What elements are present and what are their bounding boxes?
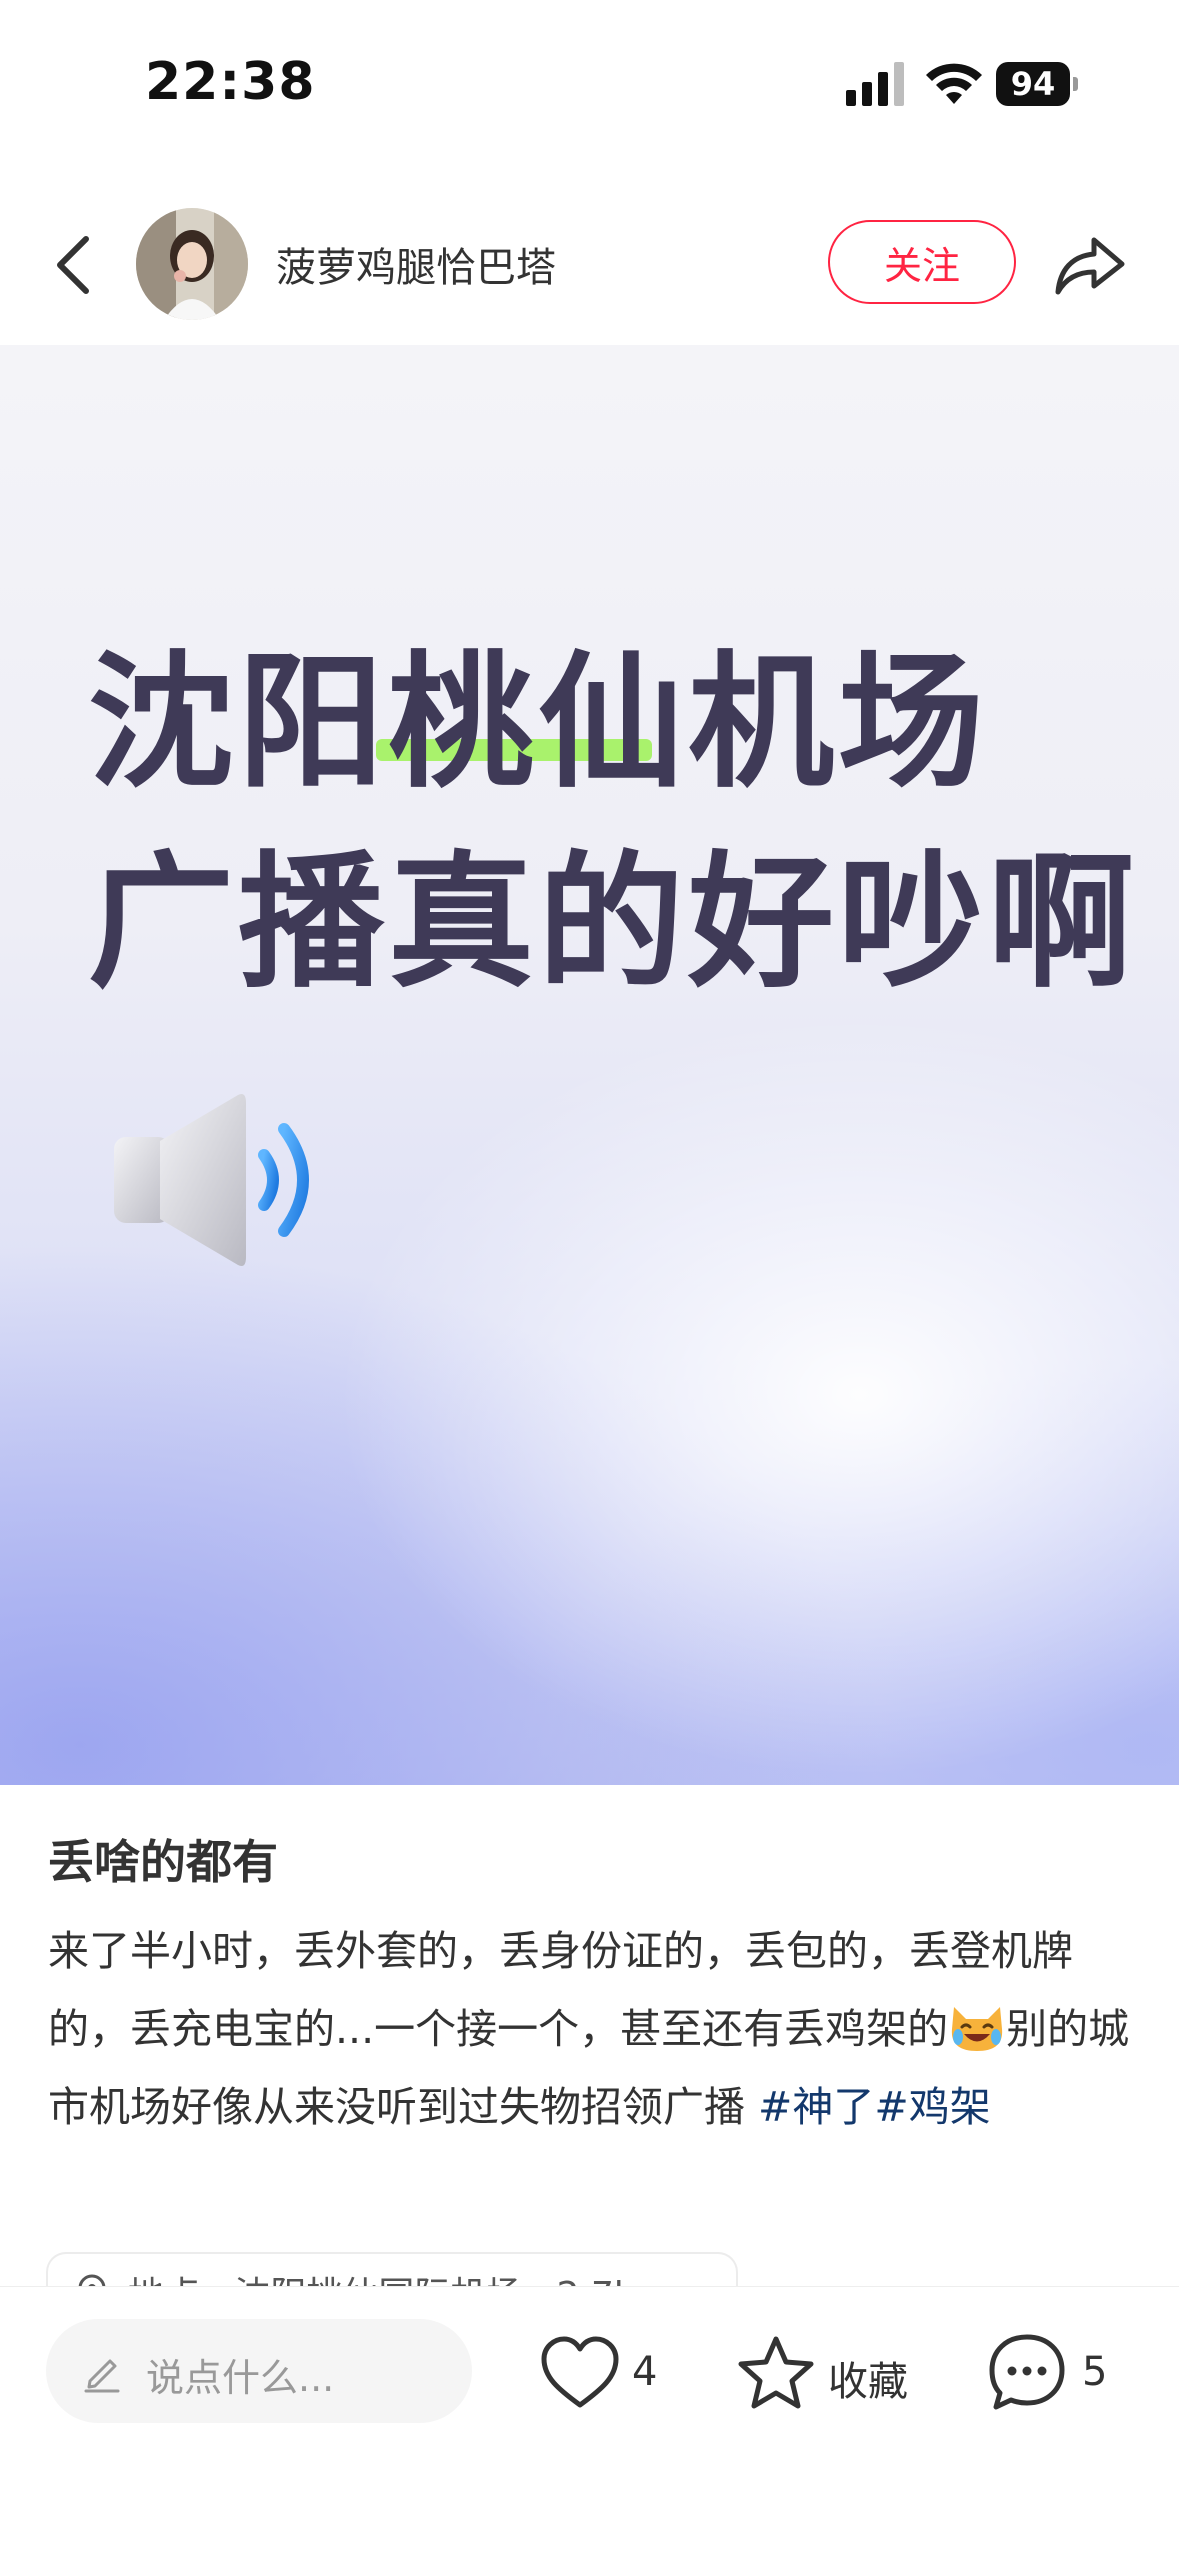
avatar[interactable] [136,208,248,320]
like-button[interactable]: 4 [540,2329,680,2419]
author-name[interactable]: 菠萝鸡腿恰巴塔 [276,235,556,293]
headline-line-2: 广播真的好吵啊 [88,838,1138,1008]
post-header: 菠萝鸡腿恰巴塔 关注 [0,190,1179,340]
post-title: 丢啥的都有 [48,1835,278,1889]
post-body: 来了半小时，丢外套的，丢身份证的，丢包的，丢登机牌的，丢充电宝的...一个接一个… [48,1912,1138,2146]
comment-count: 5 [1082,2349,1108,2395]
post-image[interactable]: 沈阳桃仙机场 广播真的好吵啊 [0,345,1179,1785]
signal-icon [846,62,904,106]
status-time: 22:38 [145,52,316,112]
battery-icon: 94 [996,62,1080,106]
hashtag-jijia[interactable]: #鸡架 [874,2083,990,2131]
laughing-cat-emoji-icon [951,2007,1003,2051]
wifi-icon [926,63,982,104]
battery-level: 94 [996,62,1070,106]
follow-button[interactable]: 关注 [828,220,1016,304]
back-icon[interactable] [40,225,110,305]
share-icon[interactable] [1052,226,1128,302]
pencil-icon [84,2359,120,2393]
status-bar: 22:38 94 [0,0,1179,170]
collect-button[interactable]: 收藏 [736,2329,926,2419]
comment-placeholder: 说点什么... [146,2356,335,2400]
comment-input[interactable]: 说点什么... [46,2319,472,2423]
comment-button[interactable]: 5 [986,2329,1126,2419]
post-body-text-1: 来了半小时，丢外套的，丢身份证的，丢包的，丢登机牌的，丢充电宝的...一个接一个… [48,1927,1073,2053]
collect-label: 收藏 [828,2359,908,2405]
like-count: 4 [632,2349,658,2395]
comment-bubble-icon [989,2334,1065,2410]
headline-line-1: 沈阳桃仙机场 [88,638,988,808]
speaker-volume-icon [114,1094,309,1266]
hashtag-shenle[interactable]: #神了 [758,2083,874,2131]
star-icon [738,2336,814,2409]
heart-icon [541,2336,619,2408]
bottom-action-bar: 说点什么... 4 收藏 5 [0,2286,1179,2557]
